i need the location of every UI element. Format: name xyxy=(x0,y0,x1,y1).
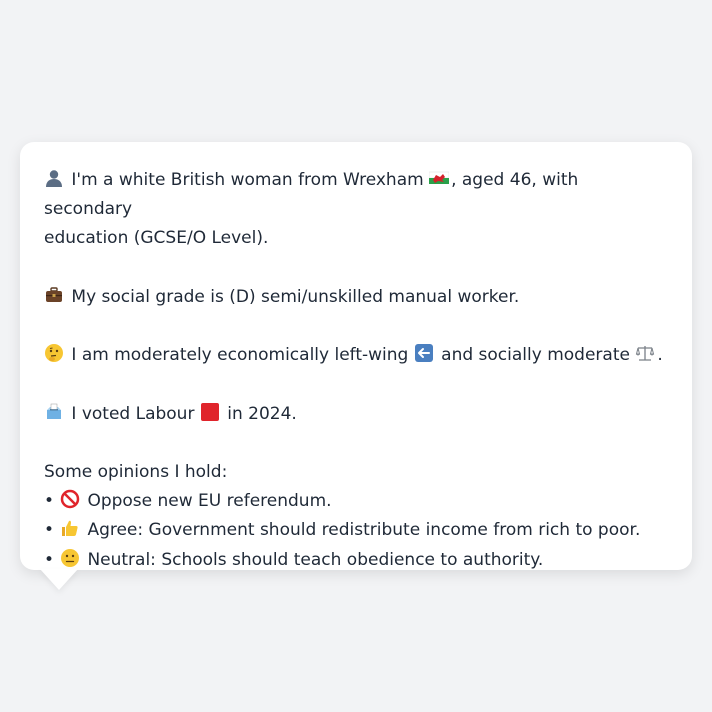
bullet: • xyxy=(44,491,55,512)
left-arrow-icon xyxy=(414,343,434,363)
ideology-end: . xyxy=(657,345,663,366)
opinion-text: Agree: Government should redistribute in… xyxy=(87,520,641,541)
vote-text-start: I voted Labour xyxy=(71,403,195,424)
list-item: • Neutral: Schools should teach obedienc… xyxy=(44,546,668,575)
vote-text-end: in 2024. xyxy=(227,403,297,424)
ideology-economic: I am moderately economically left-wing xyxy=(71,345,409,366)
neutral-face-icon xyxy=(60,548,80,568)
ideology-social: and socially moderate xyxy=(441,345,630,366)
persona-message-bubble: I'm a white British woman from Wrexham ,… xyxy=(20,142,692,570)
intro-text: I'm a white British woman from Wrexham ,… xyxy=(44,166,668,254)
bullet: • xyxy=(44,549,55,570)
social-grade-label: My social grade is (D) semi/unskilled ma… xyxy=(71,286,520,307)
person-silhouette-icon xyxy=(44,168,64,188)
prohibited-icon xyxy=(60,489,80,509)
opinions-list: • Oppose new EU referendum. • Agree: Gov… xyxy=(44,487,668,575)
intro-text-line2: education (GCSE/O Level). xyxy=(44,228,269,249)
list-item: • Oppose new EU referendum. xyxy=(44,487,668,516)
vote-text: I voted Labour in 2024. xyxy=(44,400,668,429)
social-grade-text: My social grade is (D) semi/unskilled ma… xyxy=(44,283,668,312)
bullet: • xyxy=(44,520,55,541)
opinion-text: Neutral: Schools should teach obedience … xyxy=(87,549,544,570)
opinions-heading: Some opinions I hold: xyxy=(44,461,228,482)
wales-flag-icon xyxy=(429,168,450,188)
list-item: • Agree: Government should redistribute … xyxy=(44,516,668,545)
ideology-text: I am moderately economically left-wing a… xyxy=(44,341,668,370)
opinion-text: Oppose new EU referendum. xyxy=(87,491,332,512)
red-square-icon xyxy=(200,402,220,422)
bubble-tail xyxy=(40,569,78,590)
thumbs-up-icon xyxy=(60,518,80,538)
intro-text-start: I'm a white British woman from Wrexham xyxy=(71,170,424,190)
ballot-box-icon xyxy=(44,402,64,422)
thinking-face-icon xyxy=(44,343,64,363)
briefcase-icon xyxy=(44,285,64,305)
balance-scale-icon xyxy=(635,343,655,363)
